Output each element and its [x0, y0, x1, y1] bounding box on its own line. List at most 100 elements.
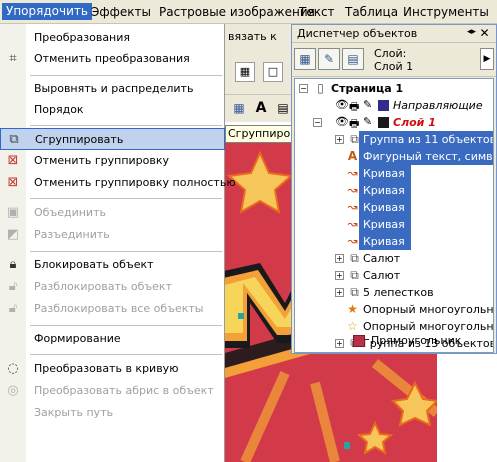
tree-row-object[interactable]: ↝ Кривая: [295, 199, 493, 216]
menu-item-unlock[interactable]: 🔓︎ Разблокировать объект: [0, 276, 225, 298]
menu-item-label: Порядок: [34, 103, 84, 116]
text-icon: A: [347, 149, 358, 163]
tree-label: Кривая: [363, 218, 405, 231]
edit-across-layers-icon[interactable]: ✎: [318, 48, 340, 70]
text-a-icon[interactable]: A: [251, 98, 271, 118]
tree-row-page[interactable]: − ▯ Страница 1: [295, 80, 493, 97]
eye-icon[interactable]: 👁︎: [335, 98, 349, 111]
tree-label: Кривая: [363, 184, 405, 197]
menu-item-clear-transformations[interactable]: ⌗ Отменить преобразования: [0, 48, 225, 70]
menu-item-convert-to-curves[interactable]: ◌ Преобразовать в кривую: [0, 358, 225, 380]
menu-bitmaps[interactable]: Растровые изображения: [156, 4, 318, 21]
menu-separator: [30, 75, 222, 76]
layer-color-swatch: [378, 100, 389, 111]
tree-row-object[interactable]: A Фигурный текст, символ: [295, 148, 493, 165]
format-toolbar: ▦ A ▤: [225, 94, 293, 122]
menu-item-label: Преобразования: [34, 31, 131, 44]
tree-label: Слой 1: [393, 116, 436, 129]
menu-separator: [30, 125, 222, 126]
tree-label: Салют: [363, 252, 401, 265]
menu-item-lock[interactable]: 🔒︎ Блокировать объект: [0, 254, 225, 276]
pencil-icon[interactable]: ✎: [363, 115, 372, 128]
menu-item-group[interactable]: ⧉ Сгруппировать: [0, 128, 225, 150]
menu-item-label: Формирование: [34, 332, 121, 345]
chevron-right-icon[interactable]: ◂▸: [467, 27, 476, 37]
group-obj-icon: ⧉: [350, 268, 359, 282]
menu-item-combine[interactable]: ▣ Объединить: [0, 202, 225, 224]
tree-row-object[interactable]: + ⧉ Группа из 11 объектов: [295, 131, 494, 148]
tree-row-object[interactable]: ↝ Кривая: [295, 233, 493, 250]
tree-label: 5 лепестков: [363, 286, 434, 299]
menu-separator: [30, 251, 222, 252]
menu-table[interactable]: Таблица: [342, 4, 401, 21]
tree-row-object[interactable]: + ⧉ 5 лепестков: [295, 284, 493, 301]
pencil-icon[interactable]: ✎: [363, 98, 372, 111]
tree-row-object[interactable]: + ⧉ Салют: [295, 267, 493, 284]
show-properties-icon[interactable]: ▦: [294, 48, 316, 70]
layer-value: Слой 1: [374, 60, 414, 73]
tree-row-object[interactable]: + ⧉ Салют: [295, 250, 493, 267]
selection-handle[interactable]: [238, 313, 244, 319]
menu-bar: Упорядочить Эффекты Растровые изображени…: [0, 0, 497, 24]
menu-item-label: Сгруппировать: [35, 133, 124, 146]
tree-row-guides[interactable]: 👁︎ 🖶︎ ✎ Направляющие: [295, 97, 493, 114]
menu-item-align-distribute[interactable]: Выровнять и распределить: [0, 78, 225, 100]
menu-item-unlock-all[interactable]: 🔓︎ Разблокировать все объекты: [0, 298, 225, 320]
menu-item-close-path[interactable]: Закрыть путь: [0, 402, 225, 424]
menu-item-ungroup[interactable]: ⊠ Отменить группировку: [0, 150, 225, 172]
unlock-icon: 🔓︎: [8, 279, 18, 294]
menu-text[interactable]: Текст: [296, 4, 338, 21]
curve-icon: ↝: [347, 183, 358, 197]
selection-handle[interactable]: [344, 443, 350, 449]
tree-row-object[interactable]: ↝ Кривая: [295, 216, 493, 233]
menu-tools[interactable]: Инструменты: [400, 4, 492, 21]
tree-label: Салют: [363, 269, 401, 282]
menu-item-ungroup-all[interactable]: ⊠ Отменить группировку полностью: [0, 172, 236, 194]
transform-icon: ⌗: [9, 51, 17, 66]
tree-row-object[interactable]: Прямоугольник: [293, 332, 493, 349]
menu-item-shaping[interactable]: Формирование: [0, 328, 225, 350]
collapse-icon[interactable]: −: [313, 118, 322, 127]
menu-item-break-apart[interactable]: ◩ Разъединить: [0, 224, 225, 246]
layer-manager-icon[interactable]: ▤: [342, 48, 364, 70]
table-icon[interactable]: ▤: [273, 98, 293, 118]
pages-icon[interactable]: ▦: [235, 62, 255, 82]
grid-icon[interactable]: ▦: [229, 98, 249, 118]
menu-separator: [30, 325, 222, 326]
tree-row-object[interactable]: ★ Опорный многоугольник: [295, 301, 493, 318]
eye-icon[interactable]: 👁︎: [335, 115, 349, 128]
expand-icon[interactable]: +: [335, 135, 344, 144]
menu-item-order[interactable]: Порядок: [0, 99, 225, 121]
snap-to-label[interactable]: вязать к: [228, 30, 277, 43]
tree-label: Направляющие: [393, 99, 483, 112]
tree-row-object[interactable]: ↝ Кривая: [295, 165, 493, 182]
docker-title: Диспетчер объектов: [297, 27, 418, 40]
tree-label: Кривая: [363, 235, 405, 248]
tree-row-object[interactable]: ↝ Кривая: [295, 182, 493, 199]
menu-item-label: Закрыть путь: [34, 406, 114, 419]
object-tree: − ▯ Страница 1 👁︎ 🖶︎ ✎ Направляющие − 👁︎…: [294, 78, 494, 353]
menu-item-label: Отменить группировку: [34, 154, 170, 167]
collapse-icon[interactable]: −: [299, 84, 308, 93]
menu-item-label: Объединить: [34, 206, 106, 219]
docker-titlebar: Диспетчер объектов ◂▸ ✕: [292, 25, 496, 43]
expand-icon[interactable]: +: [335, 254, 344, 263]
group-obj-icon: ⧉: [350, 285, 359, 299]
menu-item-label: Преобразовать в кривую: [34, 362, 179, 375]
flyout-arrow-icon[interactable]: ▶: [480, 48, 494, 70]
node-icon[interactable]: □: [263, 62, 283, 82]
menu-item-transformations[interactable]: Преобразования: [0, 27, 225, 49]
group-obj-icon: ⧉: [350, 132, 359, 146]
menu-effects[interactable]: Эффекты: [88, 4, 154, 21]
close-icon[interactable]: ✕: [477, 26, 492, 41]
lock-icon: 🔒︎: [9, 257, 17, 272]
ungroup-all-icon: ⊠: [7, 175, 19, 190]
menu-arrange[interactable]: Упорядочить: [2, 3, 92, 20]
tree-row-layer1[interactable]: − 👁︎ 🖶︎ ✎ Слой 1: [295, 114, 493, 131]
tree-label: Группа из 11 объектов: [363, 133, 494, 146]
expand-icon[interactable]: +: [335, 271, 344, 280]
expand-icon[interactable]: +: [335, 288, 344, 297]
tree-label: Кривая: [363, 201, 405, 214]
menu-item-convert-outline[interactable]: ◎ Преобразовать абрис в объект: [0, 380, 225, 402]
curve-icon: ↝: [347, 200, 358, 214]
